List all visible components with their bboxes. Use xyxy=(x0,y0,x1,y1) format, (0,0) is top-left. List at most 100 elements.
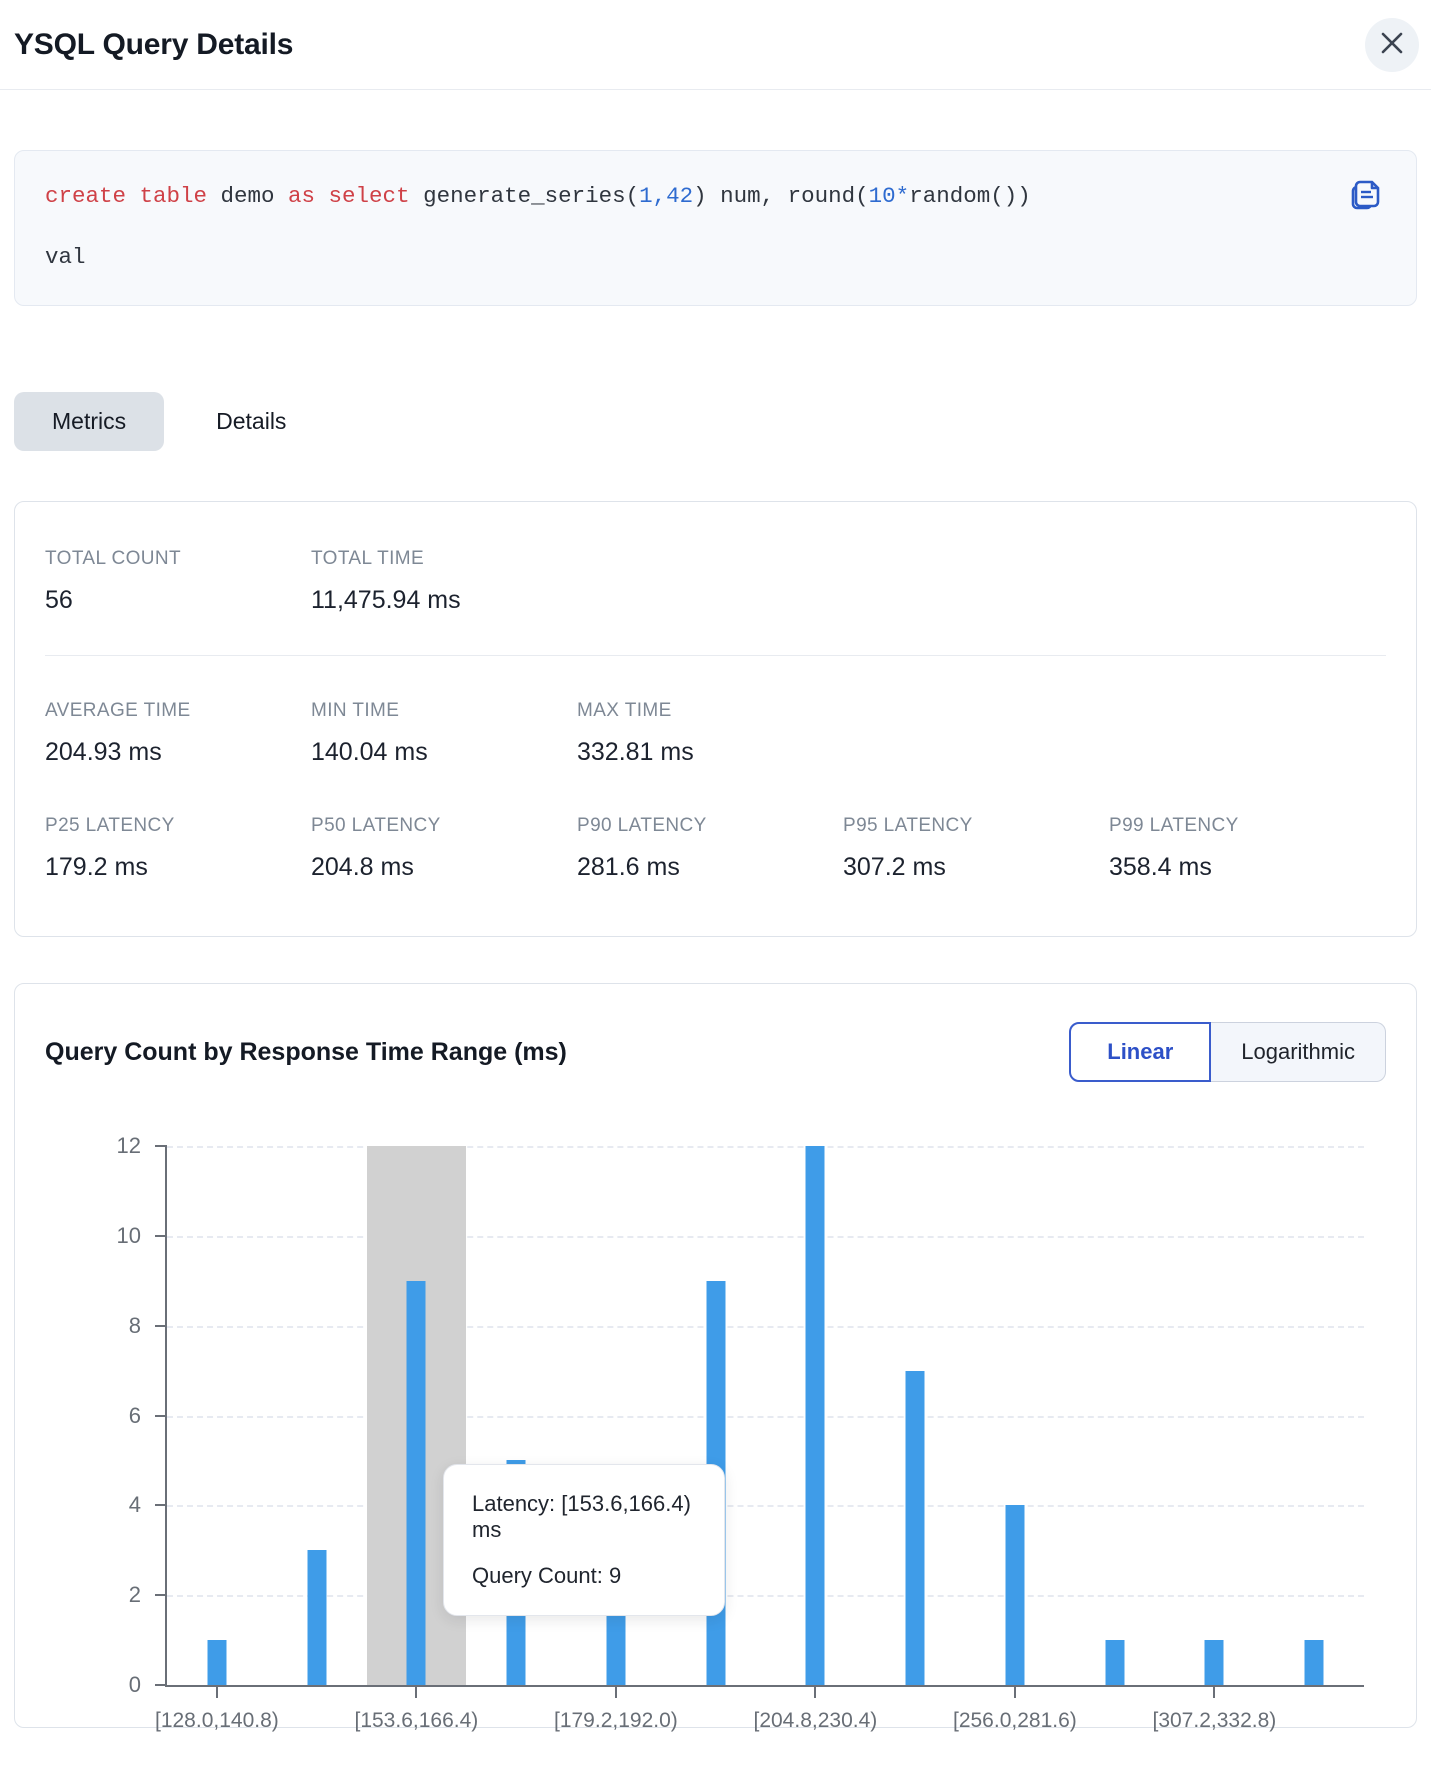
copy-query-button[interactable] xyxy=(1346,175,1386,218)
y-axis-label: 0 xyxy=(83,1672,141,1698)
stat-value: 281.6 ms xyxy=(577,853,843,882)
stat-cell: P90 LATENCY 281.6 ms xyxy=(577,815,843,882)
tab-details[interactable]: Details xyxy=(216,392,286,451)
stat-value: 11,475.94 ms xyxy=(311,586,577,615)
stat-cell: MAX TIME 332.81 ms xyxy=(577,700,843,767)
modal-header: YSQL Query Details xyxy=(0,0,1431,90)
histogram-bar[interactable] xyxy=(1205,1640,1224,1685)
stat-cell: P95 LATENCY 307.2 ms xyxy=(843,815,1109,882)
stat-cell: P99 LATENCY 358.4 ms xyxy=(1109,815,1375,882)
chart-card: Query Count by Response Time Range (ms) … xyxy=(14,983,1417,1728)
y-axis-label: 2 xyxy=(83,1582,141,1608)
stat-label: P50 LATENCY xyxy=(311,815,577,837)
stat-value: 56 xyxy=(45,586,311,615)
x-axis-label: [307.2,332.8) xyxy=(1152,1709,1276,1733)
stat-label: P95 LATENCY xyxy=(843,815,1109,837)
y-axis-label: 4 xyxy=(83,1492,141,1518)
histogram-bar[interactable] xyxy=(1105,1640,1124,1685)
y-axis-tick xyxy=(155,1145,167,1147)
x-axis-label: [256.0,281.6) xyxy=(953,1709,1077,1733)
histogram-bar[interactable] xyxy=(207,1640,226,1685)
tooltip-latency-range: Latency: [153.6,166.4) ms xyxy=(472,1491,696,1543)
y-axis-label: 8 xyxy=(83,1313,141,1339)
y-axis-tick xyxy=(155,1594,167,1596)
stat-cell: TOTAL COUNT 56 xyxy=(45,548,311,615)
stat-cell: AVERAGE TIME204.93 ms xyxy=(45,700,311,767)
x-axis-tick xyxy=(1213,1685,1215,1698)
close-icon xyxy=(1379,30,1405,59)
bar-slot xyxy=(267,1146,367,1685)
histogram-bar[interactable] xyxy=(1005,1505,1024,1685)
stat-cell: TOTAL TIME 11,475.94 ms xyxy=(311,548,577,615)
close-button[interactable] xyxy=(1365,18,1419,72)
bar-slot xyxy=(1065,1146,1165,1685)
tab-bar: Metrics Details xyxy=(14,392,1417,451)
x-axis-label: [128.0,140.8) xyxy=(155,1709,279,1733)
code-token-num: 10* xyxy=(869,183,910,209)
stat-label: P90 LATENCY xyxy=(577,815,843,837)
stat-cell: P25 LATENCY 179.2 ms xyxy=(45,815,311,882)
stat-value: 358.4 ms xyxy=(1109,853,1375,882)
stat-label: TOTAL COUNT xyxy=(45,548,311,570)
scale-toggle: Linear Logarithmic xyxy=(1069,1022,1386,1082)
code-token-kw: as select xyxy=(288,183,410,209)
chart-title: Query Count by Response Time Range (ms) xyxy=(45,1038,567,1067)
tooltip-query-count: Query Count: 9 xyxy=(472,1563,696,1589)
linear-scale-button[interactable]: Linear xyxy=(1069,1022,1211,1082)
x-axis-label: [204.8,230.4) xyxy=(753,1709,877,1733)
logarithmic-scale-button[interactable]: Logarithmic xyxy=(1211,1022,1386,1082)
code-line: create table demo as select generate_ser… xyxy=(45,181,1306,212)
stat-value: 204.93 ms xyxy=(45,738,311,767)
stat-label: P25 LATENCY xyxy=(45,815,311,837)
stat-value: 332.81 ms xyxy=(577,738,843,767)
stat-value: 140.04 ms xyxy=(311,738,577,767)
code-token-plain: demo xyxy=(207,183,288,209)
stat-label: MAX TIME xyxy=(577,700,843,722)
x-axis-tick xyxy=(615,1685,617,1698)
y-axis-tick xyxy=(155,1325,167,1327)
y-axis-tick xyxy=(155,1415,167,1417)
stat-value: 307.2 ms xyxy=(843,853,1109,882)
bar-slot xyxy=(766,1146,866,1685)
stat-cell: P50 LATENCY 204.8 ms xyxy=(311,815,577,882)
x-axis-tick xyxy=(1014,1685,1016,1698)
stat-value: 204.8 ms xyxy=(311,853,577,882)
stat-value: 179.2 ms xyxy=(45,853,311,882)
chart-tooltip: Latency: [153.6,166.4) ms Query Count: 9 xyxy=(443,1464,725,1616)
stats-row: P25 LATENCY179.2 msP50 LATENCY204.8 msP9… xyxy=(45,767,1386,882)
code-token-plain: ) num, round( xyxy=(693,183,869,209)
histogram-bar[interactable] xyxy=(407,1281,426,1685)
x-axis-tick xyxy=(814,1685,816,1698)
y-axis-label: 12 xyxy=(83,1133,141,1159)
histogram-bar[interactable] xyxy=(806,1146,825,1685)
code-token-plain: val xyxy=(45,244,86,270)
x-axis-tick xyxy=(415,1685,417,1698)
y-axis-tick xyxy=(155,1504,167,1506)
histogram-bar[interactable] xyxy=(1305,1640,1324,1685)
bar-slot xyxy=(1264,1146,1364,1685)
code-token-kw: create table xyxy=(45,183,207,209)
stat-label: P99 LATENCY xyxy=(1109,815,1375,837)
y-axis-tick xyxy=(155,1684,167,1686)
y-axis-label: 10 xyxy=(83,1223,141,1249)
bar-slot xyxy=(865,1146,965,1685)
stats-row: AVERAGE TIME204.93 msMIN TIME 140.04 msMA… xyxy=(45,656,1386,767)
histogram-bar[interactable] xyxy=(906,1371,925,1685)
tab-metrics[interactable]: Metrics xyxy=(14,392,164,451)
query-text: create table demo as select generate_ser… xyxy=(45,181,1306,273)
code-token-plain: random()) xyxy=(909,183,1031,209)
code-token-plain: generate_series( xyxy=(410,183,640,209)
metrics-summary-card: TOTAL COUNT 56TOTAL TIME 11,475.94 ms AVERA… xyxy=(14,501,1417,937)
bar-slot xyxy=(1165,1146,1265,1685)
page-title: YSQL Query Details xyxy=(14,28,293,62)
stat-label: TOTAL TIME xyxy=(311,548,577,570)
y-axis-tick xyxy=(155,1235,167,1237)
code-line: val xyxy=(45,242,1306,273)
histogram-bar[interactable] xyxy=(307,1550,326,1685)
x-axis-label: [153.6,166.4) xyxy=(354,1709,478,1733)
code-token-num: 1,42 xyxy=(639,183,693,209)
x-axis-tick xyxy=(216,1685,218,1698)
bar-slot xyxy=(965,1146,1065,1685)
query-code-block: create table demo as select generate_ser… xyxy=(14,150,1417,306)
stat-label: MIN TIME xyxy=(311,700,577,722)
